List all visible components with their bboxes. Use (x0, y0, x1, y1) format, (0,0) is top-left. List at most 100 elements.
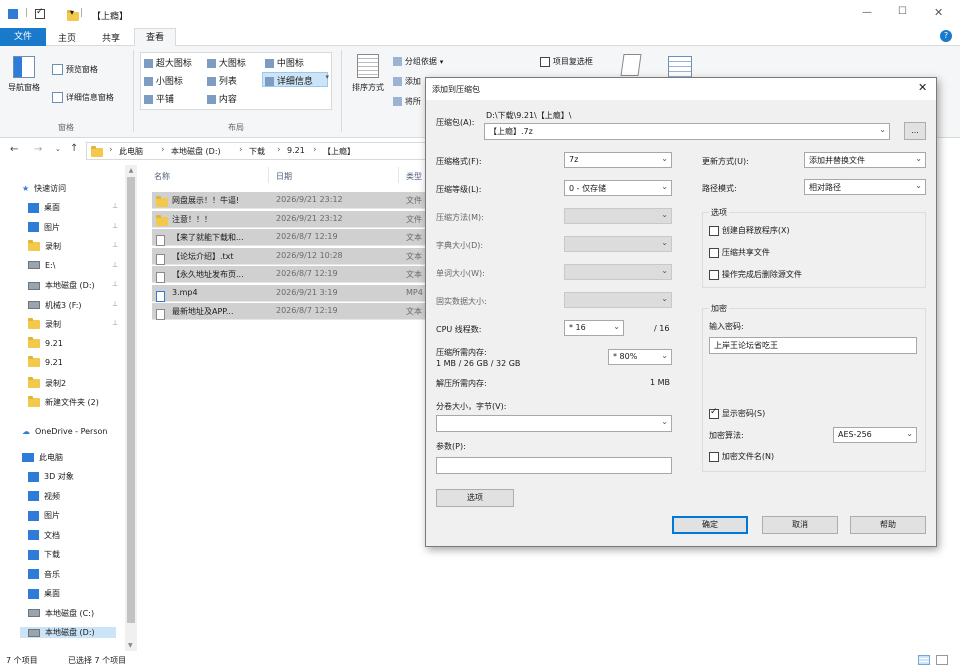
show-password-option[interactable]: 显示密码(S) (709, 407, 765, 419)
sidebar-item[interactable]: E:\ ⊥ (28, 261, 118, 270)
file-row[interactable]: 注意！！！ 2026/9/21 23:12 文件 (152, 210, 447, 228)
sidebar-item[interactable]: 录制2 (28, 376, 66, 389)
file-row[interactable]: 【来了就能下载和... 2026/8/7 12:19 文本 (152, 229, 447, 246)
column-header-name[interactable]: 名称 (154, 171, 170, 182)
tab-view[interactable]: 查看 (134, 28, 176, 47)
pin-icon[interactable]: ⊥ (112, 202, 118, 210)
quick-access-dropdown-icon[interactable]: ▾ (70, 8, 74, 17)
file-row[interactable]: 网盘展示！！牛逼! 2026/9/21 23:12 文件 (152, 192, 447, 209)
path-mode-select[interactable]: 相对路径 ⌄ (804, 179, 926, 195)
layout-list[interactable]: 列表 (207, 74, 237, 87)
hide-selected-icon[interactable] (620, 54, 642, 76)
sidebar-this-pc[interactable]: 此电脑 (22, 452, 63, 463)
layout-tiles[interactable]: 平铺 (144, 92, 174, 105)
help-button[interactable]: 帮助 (850, 516, 926, 534)
sidebar-item[interactable]: 9.21 (28, 336, 63, 348)
create-sfx-option[interactable]: 创建自释放程序(X) (709, 225, 790, 236)
sidebar-quick-access[interactable]: ★ 快速访问 (22, 183, 66, 194)
tab-home[interactable]: 主页 (58, 31, 76, 44)
breadcrumb-item[interactable]: 【上瘾】 (323, 146, 355, 157)
sidebar-item[interactable]: 机械3 (F:) ⊥ (28, 300, 118, 311)
sidebar-item[interactable]: 录制 ⊥ (28, 240, 118, 252)
breadcrumb-item[interactable]: 本地磁盘 (D:) (171, 146, 221, 157)
up-icon[interactable]: ↑ (70, 143, 78, 154)
sidebar-item[interactable]: 本地磁盘 (C:) (28, 608, 94, 619)
details-view-icon[interactable] (918, 655, 930, 665)
dialog-close-icon[interactable]: ✕ (918, 81, 927, 94)
nav-pane-button[interactable]: 导航窗格 (6, 52, 42, 108)
split-size-combo[interactable]: ⌄ (436, 415, 672, 432)
pin-icon[interactable]: ⊥ (112, 222, 118, 230)
item-checkbox-box[interactable] (540, 56, 550, 67)
sidebar-item[interactable]: 录制 ⊥ (28, 318, 118, 330)
sidebar-item[interactable]: 图片 (28, 510, 60, 521)
sidebar-item[interactable]: 桌面 (28, 588, 60, 599)
level-select[interactable]: 0 - 仅存储 ⌄ (564, 180, 672, 196)
file-row[interactable]: 3.mp4 2026/9/21 3:19 MP4 (152, 284, 447, 302)
tab-file[interactable]: 文件 (0, 28, 46, 46)
pin-icon[interactable]: ⊥ (112, 300, 118, 308)
breadcrumb-item[interactable]: 下载 (249, 146, 265, 157)
layout-content[interactable]: 内容 (207, 92, 237, 105)
size-columns-button[interactable]: 将所 (393, 96, 421, 107)
sidebar-item[interactable]: 下载 (28, 549, 60, 560)
sidebar-item[interactable]: 3D 对象 (28, 471, 74, 482)
options-button[interactable]: 选项 (436, 489, 514, 507)
scrollbar-thumb[interactable] (127, 177, 135, 623)
breadcrumb-item[interactable]: 9.21 (287, 146, 305, 155)
layout-details[interactable]: 详细信息 (262, 72, 328, 87)
sidebar-item[interactable]: 本地磁盘 (D:) (20, 627, 116, 638)
scroll-down-icon[interactable]: ▼ (128, 642, 133, 649)
layout-extra-large[interactable]: 超大图标 (144, 56, 192, 69)
encryption-method-select[interactable]: AES-256 ⌄ (833, 427, 917, 443)
breadcrumb[interactable]: › 此电脑 › 本地磁盘 (D:) › 下载 › 9.21 › 【上瘾】 (86, 142, 426, 160)
recent-dropdown-icon[interactable]: ⌄ (55, 145, 61, 153)
sidebar-item[interactable]: 本地磁盘 (D:) ⊥ (28, 280, 118, 291)
delete-after-checkbox[interactable] (709, 269, 719, 280)
pin-icon[interactable]: ⊥ (112, 280, 118, 288)
column-header-date[interactable]: 日期 (276, 171, 292, 182)
encrypt-names-checkbox[interactable] (709, 451, 719, 462)
details-pane-button[interactable]: 详细信息窗格 (52, 92, 114, 103)
cancel-button[interactable]: 取消 (762, 516, 838, 534)
solid-block-select[interactable]: ⌄ (564, 292, 672, 308)
back-icon[interactable]: ← (10, 144, 18, 155)
file-row[interactable]: 【永久地址发布页... 2026/8/7 12:19 文本 (152, 266, 447, 283)
sidebar-onedrive[interactable]: ☁ OneDrive - Person (22, 427, 107, 436)
properties-icon[interactable] (35, 7, 45, 19)
preview-pane-button[interactable]: 预览窗格 (52, 64, 98, 75)
pin-icon[interactable]: ⊥ (112, 319, 118, 327)
show-password-checkbox[interactable] (709, 407, 719, 419)
sort-button[interactable]: 排序方式 (348, 52, 388, 93)
encrypt-names-option[interactable]: 加密文件名(N) (709, 451, 774, 462)
parameters-input[interactable] (436, 457, 672, 474)
tab-share[interactable]: 共享 (102, 31, 120, 44)
add-columns-button[interactable]: 添加 (393, 76, 421, 87)
sidebar-item[interactable]: 音乐 (28, 569, 60, 580)
method-select[interactable]: ⌄ (564, 208, 672, 224)
minimize-button[interactable]: — (862, 7, 872, 18)
sidebar-item[interactable]: 图片 ⊥ (28, 222, 118, 233)
gallery-scroll-icon[interactable]: ▾ (325, 73, 329, 81)
column-header-type[interactable]: 类型 (406, 171, 422, 182)
help-icon[interactable]: ? (940, 30, 952, 42)
scroll-up-icon[interactable]: ▲ (125, 167, 137, 174)
layout-large[interactable]: 大图标 (207, 56, 246, 69)
forward-icon[interactable]: → (34, 144, 42, 155)
ok-button[interactable]: 确定 (672, 516, 748, 534)
maximize-button[interactable]: ☐ (898, 6, 907, 17)
compress-shared-checkbox[interactable] (709, 247, 719, 258)
sidebar-item[interactable]: 新建文件夹 (2) (28, 396, 99, 408)
browse-button[interactable]: ... (904, 122, 926, 140)
memory-select[interactable]: * 80% ⌄ (608, 349, 672, 365)
file-row[interactable]: 【论坛介绍】.txt 2026/9/12 10:28 文本 (152, 247, 447, 265)
large-icons-view-icon[interactable] (936, 655, 948, 665)
sidebar-scrollbar[interactable]: ▲ ▼ (125, 165, 137, 651)
sidebar-item[interactable]: 桌面 ⊥ (28, 202, 118, 213)
create-sfx-checkbox[interactable] (709, 225, 719, 236)
update-mode-select[interactable]: 添加并替换文件 ⌄ (804, 152, 926, 168)
close-button[interactable]: ✕ (934, 6, 943, 19)
sidebar-item[interactable]: 文档 (28, 530, 60, 541)
delete-after-option[interactable]: 操作完成后删除源文件 (709, 269, 802, 280)
sidebar-item[interactable]: 视频 (28, 491, 60, 502)
